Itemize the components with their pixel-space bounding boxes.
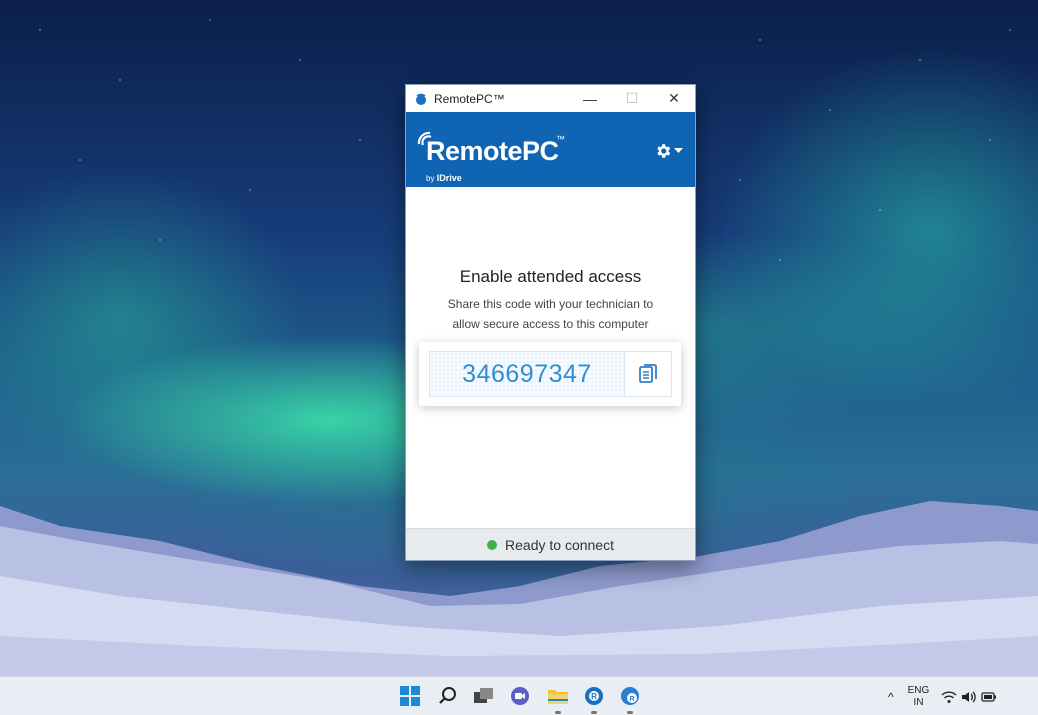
task-view-icon[interactable] bbox=[472, 684, 496, 708]
status-online-dot bbox=[487, 539, 498, 550]
remotepc-alt-icon[interactable]: R bbox=[618, 684, 642, 708]
taskbar: R R ^ ENG IN bbox=[0, 676, 1038, 715]
brand-name: RemotePC bbox=[426, 136, 559, 166]
language-line-1: ENG bbox=[907, 684, 930, 696]
wifi-icon[interactable] bbox=[941, 690, 957, 704]
language-line-2: IN bbox=[913, 696, 924, 708]
remotepc-window: RemotePC™ — ☐ ✕ RemotePC ™ by IDrive Ena… bbox=[405, 84, 696, 561]
language-indicator[interactable]: ENG IN bbox=[908, 685, 930, 709]
description-line-1: Share this code with your technician to bbox=[447, 297, 654, 311]
status-text: Ready to connect bbox=[505, 536, 614, 553]
battery-icon[interactable] bbox=[981, 691, 997, 703]
byline-brand: IDrive bbox=[436, 173, 462, 183]
volume-icon[interactable] bbox=[961, 690, 977, 704]
byline-prefix: by bbox=[426, 174, 435, 183]
remotepc-icon[interactable]: R bbox=[582, 684, 606, 708]
windows-start-icon[interactable] bbox=[398, 684, 422, 708]
minimize-button[interactable]: — bbox=[569, 85, 611, 112]
system-tray: ^ ENG IN bbox=[888, 677, 997, 715]
brand-byline: by IDrive bbox=[426, 173, 462, 183]
file-explorer-icon[interactable] bbox=[546, 684, 570, 708]
svg-text:R: R bbox=[629, 696, 634, 703]
window-title: RemotePC™ bbox=[434, 91, 505, 106]
remotepc-alt-active-indicator bbox=[627, 711, 633, 714]
main-content: Enable attended access Share this code w… bbox=[406, 187, 695, 527]
description-line-2: allow secure access to this computer bbox=[452, 317, 649, 331]
remotepc-active-indicator bbox=[591, 711, 597, 714]
trademark-symbol: ™ bbox=[556, 134, 565, 144]
title-bar[interactable]: RemotePC™ — ☐ ✕ bbox=[406, 85, 695, 112]
status-bar: Ready to connect bbox=[406, 528, 695, 560]
page-heading: Enable attended access bbox=[459, 267, 642, 286]
gear-icon bbox=[657, 144, 671, 158]
close-button[interactable]: ✕ bbox=[653, 85, 695, 112]
show-hidden-icons-chevron[interactable]: ^ bbox=[888, 690, 894, 704]
copy-code-button[interactable] bbox=[625, 352, 671, 396]
chat-icon[interactable] bbox=[508, 684, 532, 708]
file-explorer-active-indicator bbox=[555, 711, 561, 714]
search-icon[interactable] bbox=[436, 684, 460, 708]
copy-icon bbox=[639, 364, 657, 383]
access-code-box: 346697347 bbox=[429, 351, 672, 397]
settings-menu-button[interactable] bbox=[654, 142, 683, 160]
maximize-button[interactable]: ☐ bbox=[611, 85, 653, 112]
remotepc-app-icon bbox=[416, 93, 426, 105]
description: Share this code with your technician to … bbox=[406, 294, 695, 334]
svg-text:R: R bbox=[591, 692, 597, 701]
caret-down-icon bbox=[674, 148, 683, 153]
access-code[interactable]: 346697347 bbox=[430, 352, 625, 396]
brand-header: RemotePC ™ by IDrive bbox=[406, 112, 695, 187]
access-code-card: 346697347 bbox=[419, 342, 681, 406]
